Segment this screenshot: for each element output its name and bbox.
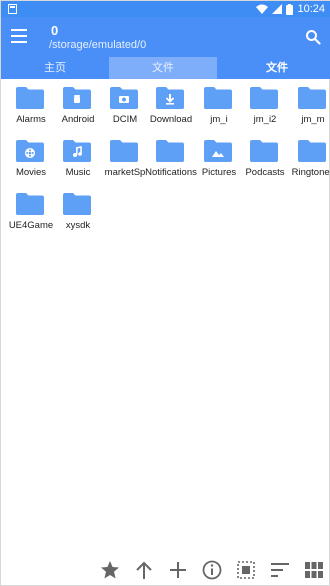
download-folder-icon xyxy=(156,87,184,109)
folder-item[interactable]: marketSp xyxy=(101,136,151,188)
menu-icon xyxy=(11,29,27,31)
grid-view-icon xyxy=(305,562,323,578)
tab-home[interactable]: 主页 xyxy=(1,57,109,79)
folder-label: xysdk xyxy=(65,220,91,231)
folder-icon xyxy=(156,140,184,162)
folder-item[interactable]: Alarms xyxy=(7,83,57,135)
status-bar: 10:24 xyxy=(1,1,330,17)
menu-button[interactable] xyxy=(11,29,27,43)
app-window: 10:24 0 /storage/emulated/0 主页 文件 文件 Ala… xyxy=(0,0,330,586)
folder-icon xyxy=(110,140,138,162)
folder-icon xyxy=(63,193,91,215)
star-icon xyxy=(101,561,119,579)
folder-item[interactable]: Movies xyxy=(7,136,57,188)
folder-icon xyxy=(16,193,44,215)
folder-item[interactable]: jm_i xyxy=(195,83,245,135)
app-bar: 0 /storage/emulated/0 xyxy=(1,17,330,57)
folder-item[interactable]: Download xyxy=(147,83,197,135)
notification-icon xyxy=(8,4,17,14)
folder-icon xyxy=(204,87,232,109)
select-button[interactable] xyxy=(235,559,257,581)
folder-item[interactable]: UE4Game xyxy=(7,189,57,241)
folder-item[interactable]: Music xyxy=(54,136,104,188)
picture-folder-icon xyxy=(204,140,232,162)
folder-item[interactable]: Pictures xyxy=(195,136,245,188)
camera-folder-icon xyxy=(110,87,138,109)
folder-label: Ringtones xyxy=(291,167,330,178)
folder-icon xyxy=(16,87,44,109)
search-icon[interactable] xyxy=(305,29,321,45)
folder-icon xyxy=(250,87,278,109)
folder-item[interactable]: jm_m xyxy=(289,83,330,135)
folder-label: jm_m xyxy=(301,114,325,125)
up-button[interactable] xyxy=(133,559,155,581)
info-button[interactable] xyxy=(201,559,223,581)
folder-item[interactable]: xysdk xyxy=(54,189,104,241)
plus-icon xyxy=(170,562,186,578)
folder-item[interactable]: DCIM xyxy=(101,83,151,135)
battery-icon xyxy=(286,3,294,15)
folder-path: /storage/emulated/0 xyxy=(49,39,147,51)
folder-icon xyxy=(298,87,326,109)
sort-button[interactable] xyxy=(269,559,291,581)
movie-folder-icon xyxy=(16,140,44,162)
arrow-up-icon xyxy=(136,561,152,579)
tab-files-ghost[interactable]: 文件 xyxy=(109,57,217,79)
info-icon xyxy=(202,560,222,580)
android-folder-icon xyxy=(63,87,91,109)
new-button[interactable] xyxy=(167,559,189,581)
signal-icon xyxy=(272,4,283,14)
sort-icon xyxy=(271,563,289,577)
view-mode-button[interactable] xyxy=(303,559,325,581)
folder-item[interactable]: Ringtones xyxy=(289,136,330,188)
bookmark-button[interactable] xyxy=(99,559,121,581)
bottom-toolbar xyxy=(1,553,330,586)
folder-title: 0 xyxy=(51,23,59,38)
folder-icon xyxy=(250,140,278,162)
wifi-icon xyxy=(256,4,269,14)
tab-files[interactable]: 文件 xyxy=(223,57,330,79)
folder-item[interactable]: Android xyxy=(54,83,104,135)
clock: 10:24 xyxy=(297,3,325,15)
tab-bar: 主页 文件 文件 xyxy=(1,57,330,79)
music-folder-icon xyxy=(63,140,91,162)
select-all-icon xyxy=(237,561,255,579)
folder-icon xyxy=(298,140,326,162)
folder-item[interactable]: jm_i2 xyxy=(241,83,291,135)
folder-item[interactable]: Notifications xyxy=(145,136,197,188)
folder-item[interactable]: Podcasts xyxy=(241,136,291,188)
